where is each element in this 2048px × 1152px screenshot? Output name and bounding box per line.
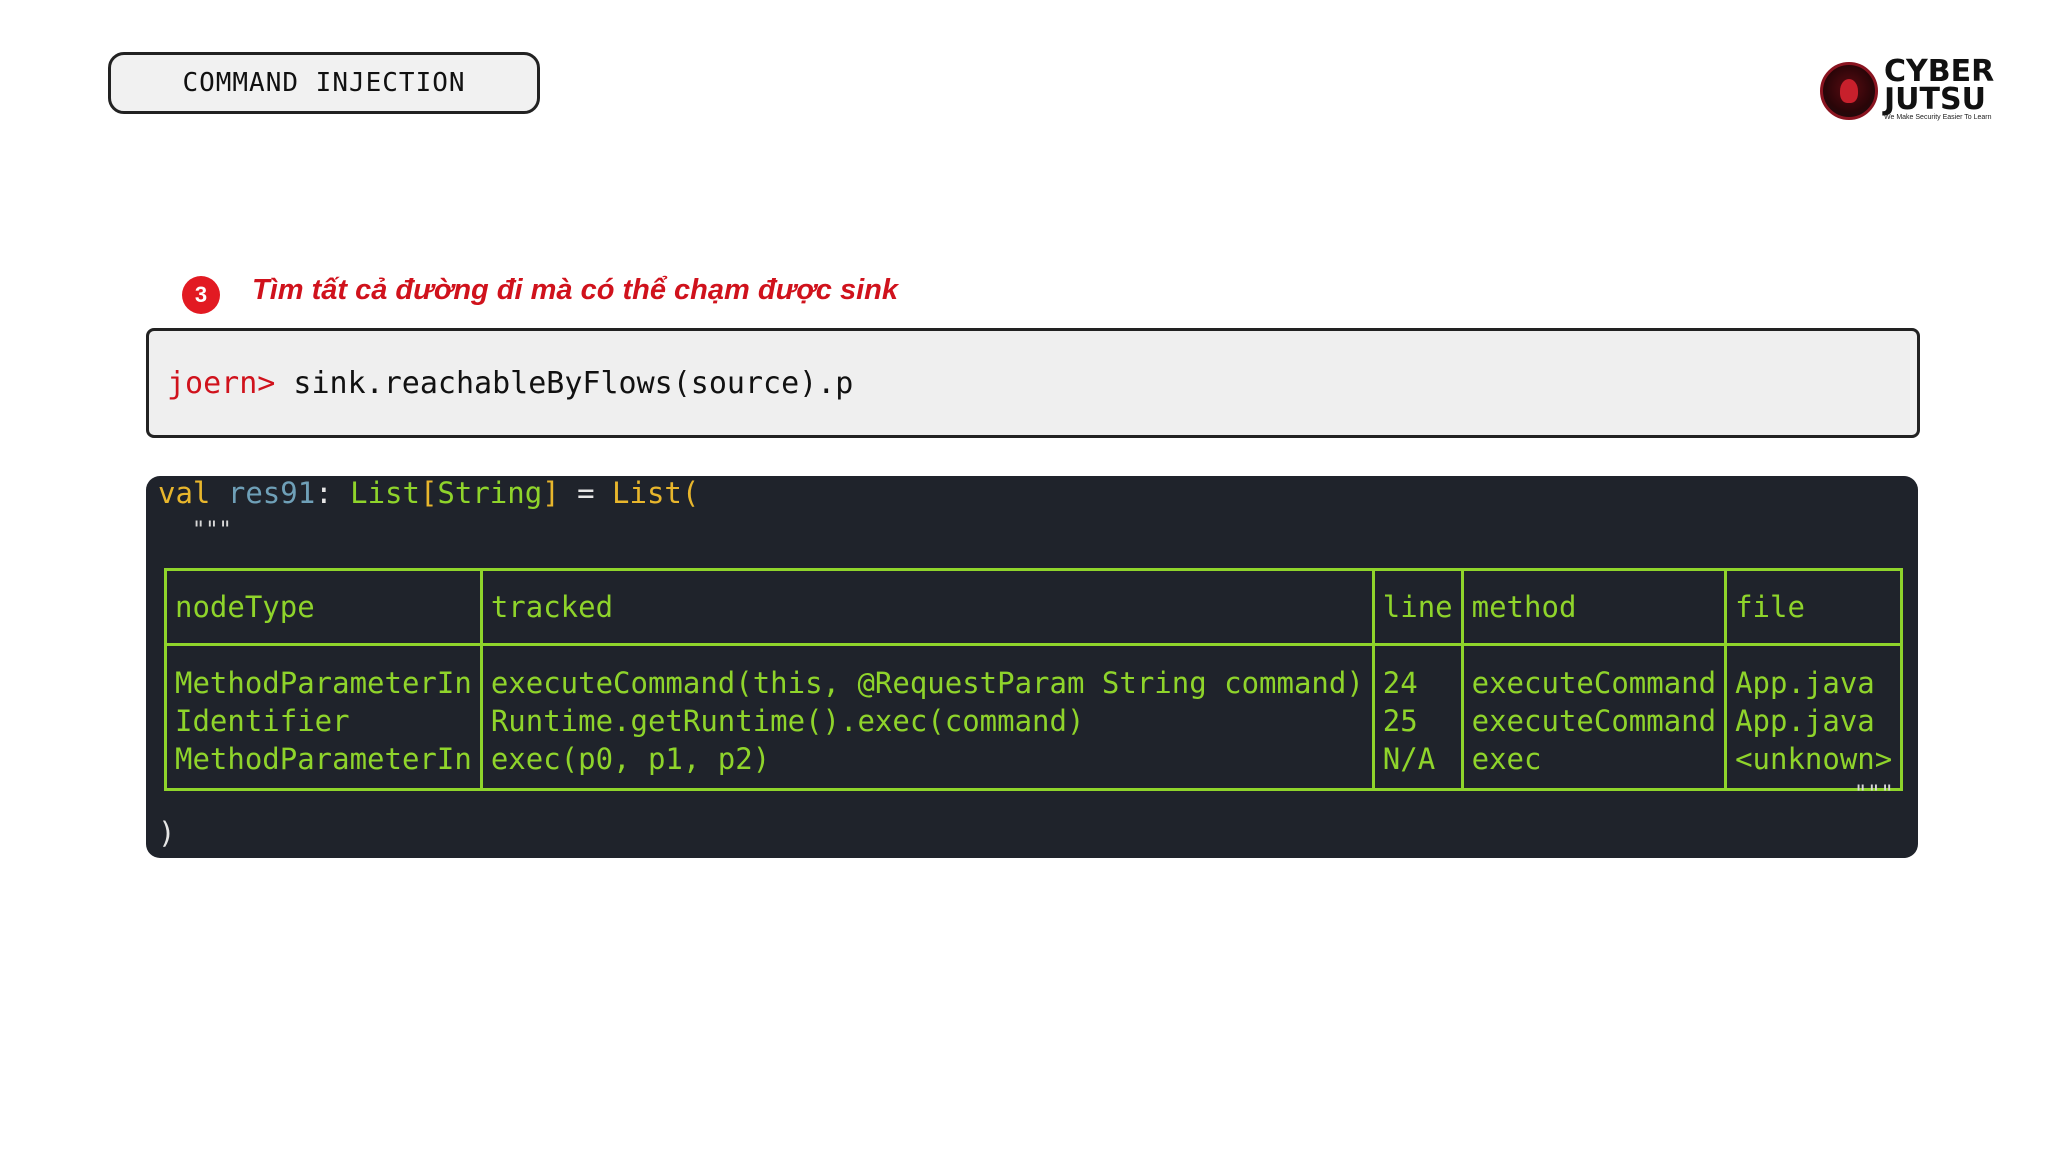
tracked-value: exec(p0, p1, p2) [490, 742, 771, 776]
tracked-value: Runtime.getRuntime().exec(command) [490, 704, 1085, 738]
terminal-output: val res91: List[String] = List( """ node… [146, 476, 1918, 858]
logo-word-line2: JUTSU [1884, 82, 1986, 117]
ninja-emblem-icon [1820, 62, 1878, 120]
header-method: method [1460, 568, 1728, 646]
close-quotes: """ [1854, 782, 1894, 807]
command-box: joern> sink.reachableByFlows(source).p [146, 328, 1920, 438]
decl-type-param: String [437, 476, 543, 510]
line-cell: 24 25 N/A [1371, 643, 1464, 791]
logo-tagline: We Make Security Easier To Learn [1884, 114, 1992, 121]
file-cell: App.java App.java <unknown> [1724, 643, 1904, 791]
decl-bracket-close: ] [542, 476, 560, 510]
decl-equals: = [559, 476, 613, 510]
decl-ctor: List( [612, 476, 700, 510]
tracked-cell: executeCommand(this, @RequestParam Strin… [479, 643, 1375, 791]
method-value: executeCommand [1471, 704, 1717, 738]
file-value: <unknown> [1735, 742, 1893, 776]
result-declaration: val res91: List[String] = List( [158, 476, 699, 510]
shell-prompt: joern> [167, 365, 276, 401]
method-cell: executeCommand executeCommand exec [1460, 643, 1728, 791]
line-value: 24 [1382, 666, 1418, 700]
line-value: 25 [1382, 704, 1418, 738]
decl-bracket-open: [ [419, 476, 438, 510]
step-title: Tìm tất cả đường đi mà có thể chạm được … [252, 274, 898, 306]
node-type-value: MethodParameterIn [175, 742, 472, 776]
logo-wordmark: CYBER JUTSU [1884, 57, 1994, 117]
table-header-row: nodeType tracked line method file [164, 568, 1904, 646]
node-type-value: MethodParameterIn [175, 666, 472, 700]
header-node-type: nodeType [164, 568, 483, 646]
section-tag: COMMAND INJECTION [108, 52, 540, 114]
node-type-value: Identifier [175, 704, 350, 738]
table-body-row: MethodParameterIn Identifier MethodParamet… [164, 643, 1904, 791]
method-value: executeCommand [1471, 666, 1717, 700]
flows-table: nodeType tracked line method file Method… [164, 568, 1904, 791]
header-line: line [1371, 568, 1464, 646]
closing-paren: ) [158, 816, 176, 850]
decl-name: res91 [227, 476, 316, 510]
cyber-jutsu-logo: CYBER JUTSU We Make Security Easier To L… [1820, 57, 2006, 124]
decl-type: List [350, 476, 420, 510]
line-value: N/A [1382, 742, 1436, 776]
file-value: App.java [1735, 666, 1875, 700]
decl-keyword: val [158, 476, 211, 510]
header-tracked: tracked [479, 568, 1375, 646]
tracked-value: executeCommand(this, @RequestParam Strin… [490, 666, 1364, 700]
open-quotes: """ [192, 518, 232, 543]
file-value: App.java [1735, 704, 1875, 738]
decl-colon: : [315, 476, 333, 510]
node-type-cell: MethodParameterIn Identifier MethodParamet… [164, 643, 483, 791]
header-file: file [1724, 568, 1904, 646]
command-text: sink.reachableByFlows(source).p [275, 365, 854, 401]
step-number-badge: 3 [182, 276, 220, 314]
method-value: exec [1471, 742, 1542, 776]
